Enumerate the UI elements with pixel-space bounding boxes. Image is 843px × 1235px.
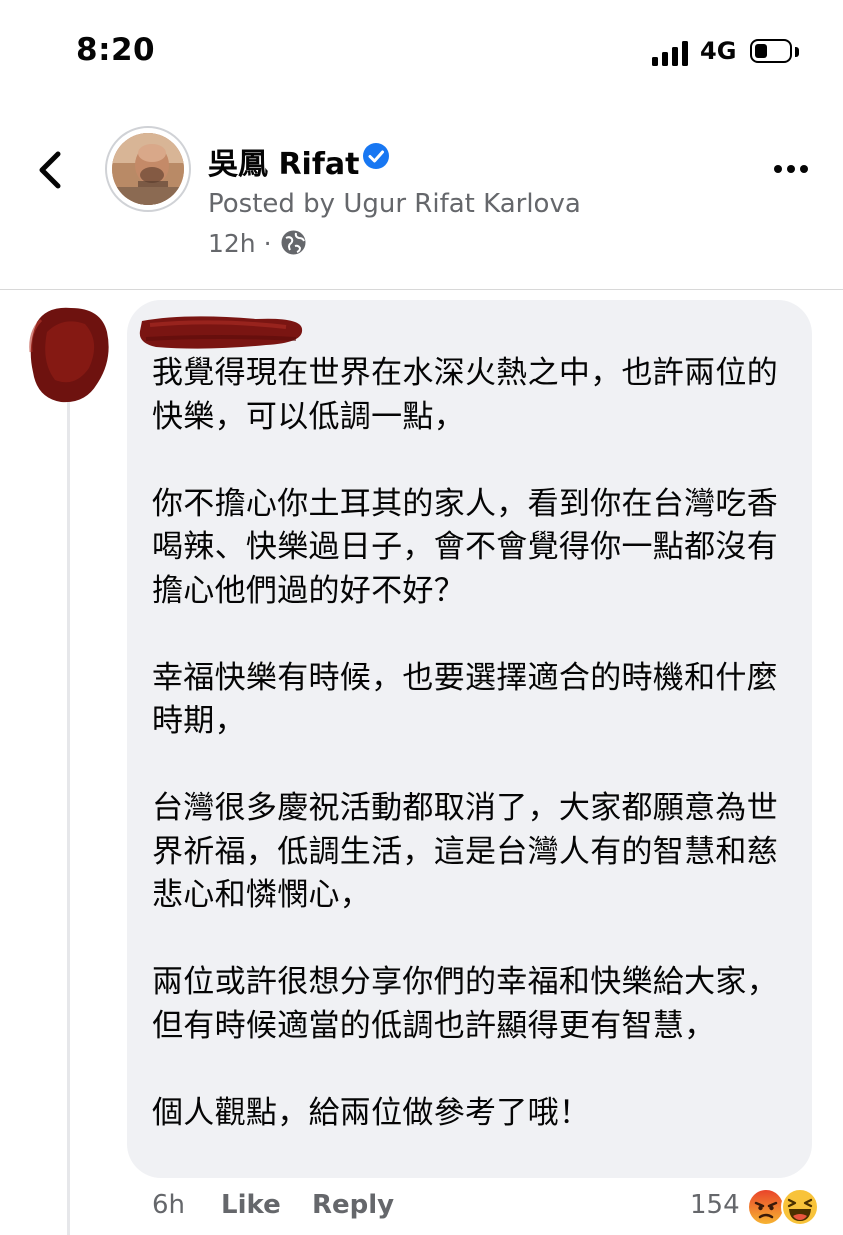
more-options-icon[interactable] [770, 158, 812, 180]
comment-paragraph: 幸福快樂有時候，也要選擇適合的時機和什麼時期， [152, 659, 778, 740]
verified-badge-icon [363, 143, 389, 169]
header-divider [0, 289, 843, 290]
status-time: 8:20 [76, 32, 156, 68]
posted-by-label: Posted by Ugur Rifat Karlova [208, 189, 581, 219]
comment-text: 我覺得現在世界在水深火熱之中，也許兩位的快樂，可以低調一點， 你不擔心你土耳其的… [152, 352, 792, 1135]
comment-age: 6h [152, 1190, 186, 1220]
back-arrow-icon[interactable] [34, 148, 74, 192]
haha-reaction-icon[interactable] [780, 1187, 820, 1227]
comment-thread-line [67, 400, 70, 1235]
comment-paragraph: 你不擔心你土耳其的家人，看到你在台灣吃香喝辣、快樂過日子，會不會覺得你一點都沒有… [152, 485, 778, 609]
comment-paragraph: 兩位或許很想分享你們的幸福和快樂給大家，但有時候適當的低調也許顯得更有智慧， [152, 964, 778, 1044]
network-type: 4G [700, 37, 737, 65]
battery-icon [750, 39, 792, 63]
redacted-commenter-name [139, 316, 303, 349]
signal-strength-icon [652, 40, 690, 66]
comment-paragraph: 我覺得現在世界在水深火熱之中，也許兩位的快樂，可以低調一點， [152, 355, 778, 435]
comment-paragraph: 台灣很多慶祝活動都取消了，大家都願意為世界祈福，低調生活，這是台灣人有的智慧和慈… [152, 790, 778, 913]
redacted-commenter-avatar [29, 307, 109, 403]
globe-icon [281, 230, 306, 255]
reply-button[interactable]: Reply [312, 1190, 394, 1220]
like-button[interactable]: Like [221, 1190, 281, 1220]
battery-tip [795, 47, 799, 57]
page-name[interactable]: 吳鳳 Rifat [208, 139, 359, 183]
reaction-count[interactable]: 154 [690, 1190, 740, 1220]
post-timestamp[interactable]: 12h · [208, 229, 272, 258]
comment-paragraph: 個人觀點，給兩位做參考了哦！ [152, 1094, 591, 1131]
page-avatar[interactable] [112, 133, 184, 205]
